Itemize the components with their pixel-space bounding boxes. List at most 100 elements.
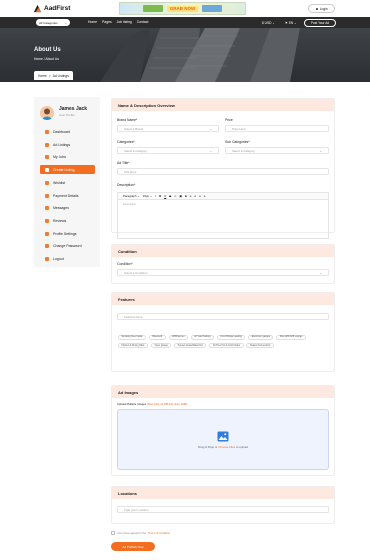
nav-link-contact[interactable]: Contact [137,20,149,24]
image-dropzone[interactable]: Drag & Drop or Choose Files to upload [117,409,329,470]
sidebar-item-label: Dashboard [53,129,71,134]
terms-link[interactable]: Terms & Condition [148,532,170,535]
publish-button[interactable]: Ad Publish Now [111,542,155,551]
feature-chip[interactable]: Sunset Views/Waterfront [174,343,207,348]
message-icon [45,205,49,210]
breadcrumb-home[interactable]: Home [34,57,43,61]
list-icon[interactable]: ≡ [199,194,201,198]
description-editor[interactable]: Description [117,199,329,239]
sidebar-item-label: Payment Details [53,193,79,198]
price-input[interactable]: Price Here [225,125,329,132]
drop-suffix: to upload [236,444,248,449]
tab-home[interactable]: Home [38,74,47,78]
feature-chip[interactable]: Front Bridge Loading [216,334,246,340]
description-label: Description* [117,183,136,187]
location-placeholder: Type your Location [124,507,149,512]
feature-chip[interactable]: Heated Connectivity [246,343,274,348]
feature-chip[interactable]: All Year Parking [190,334,214,340]
sidebar-item-profile-settings[interactable]: Profile Settings [40,229,95,238]
category-select[interactable]: All Categories ⌄ [36,19,70,26]
features-input[interactable]: Features Here [117,313,329,320]
logout-icon [45,256,49,261]
category-select-value: Select a Category [124,148,147,153]
brand-logo[interactable]: AadFirst [33,4,70,13]
numbered-list-icon[interactable]: ≡ [204,194,206,198]
choose-files-link[interactable]: Choose Files [218,445,235,449]
chevron-down-icon: ⌄ [294,20,297,25]
briefcase-icon [45,154,49,159]
nav-link-pages[interactable]: Pages [102,20,112,24]
banner-graphic [202,5,223,12]
align-center-icon[interactable]: ≡ [194,194,196,198]
paragraph-select[interactable]: Paragraph ⌄ [123,194,140,198]
font-size-select[interactable]: 16px ⌄ [143,194,153,198]
location-input[interactable]: Type your Location [117,506,329,513]
category-select[interactable]: Select a Category ⌄ [117,147,219,154]
upload-label: Upload Multiple Images (Max Size 10 MB F… [117,402,187,406]
bold-icon[interactable]: B [159,194,161,198]
color-icon[interactable]: ■ [185,194,187,198]
condition-select[interactable]: Select a Condition ⌄ [117,269,329,276]
sidebar-item-wishlist[interactable]: Wishlist [40,178,95,187]
subcategory-select-value: Select a Category [232,148,255,153]
sidebar-item-label: Messages [53,205,69,210]
flag-icon: ⚑ [285,20,288,25]
feature-chip[interactable]: Kitchen & Dining Table [118,343,149,348]
feature-chip[interactable]: Open garage [150,343,172,348]
subcategory-label: Sub Categories* [225,140,250,144]
currency-select[interactable]: $ USD ⌄ [262,21,275,25]
nav-link-home[interactable]: Home [88,20,97,24]
feature-chip[interactable]: Wifi/Internet [168,334,188,340]
login-button[interactable]: ☻ Login [308,4,335,13]
sidebar-item-logout[interactable]: Logout [40,254,95,263]
subcategory-select[interactable]: Select a Category ⌄ [225,147,329,154]
logo-icon [33,4,42,13]
underline-icon[interactable]: U [164,194,166,198]
breadcrumb-current: About Us [45,57,59,61]
promo-banner[interactable]: GRAB NOW [119,2,246,15]
italic-icon[interactable]: I [155,194,156,198]
section-title: Locations [112,487,334,499]
sidebar-item-my-jobs[interactable]: My Jobs [40,152,95,161]
feature-chip[interactable]: Smoking Free Inside [118,334,147,340]
chevron-down-icon: ⌄ [319,148,322,153]
heart-icon [45,180,49,185]
terms-text: Yes I have agreed to the [117,531,147,535]
avatar-icon [41,108,53,120]
sidebar-item-payment-details[interactable]: Payment Details [40,191,95,200]
sidebar-item-label: Reviews [53,218,67,223]
image-icon[interactable]: ▣ [179,194,182,198]
category-label: Categories* [117,140,135,144]
feature-chip[interactable]: All Time Hot & Cold Chairs [209,343,244,348]
align-left-icon[interactable]: ≡ [190,194,192,198]
sidebar-item-messages[interactable]: Messages [40,203,95,212]
price-label: Price [225,118,233,122]
sidebar-item-reviews[interactable]: Reviews [40,216,95,225]
nav-link-job-listing[interactable]: Job listing [117,20,132,24]
language-select[interactable]: ⚑ EN ⌄ [285,21,297,25]
terms-checkbox[interactable] [111,531,115,535]
avatar [40,106,54,120]
tab-separator: > [48,73,51,78]
gear-icon [45,231,49,236]
feature-chips: Smoking Free Inside Bluetooth Wifi/Inter… [118,334,330,351]
ad-title-input[interactable]: Title Here [117,168,329,175]
sidebar-item-label: Change Password [53,243,82,248]
sidebar-item-change-password[interactable]: Change Password [40,241,95,250]
tab-ad-listings[interactable]: Ad Listings [53,74,69,78]
post-ad-button[interactable]: Post Your Ad [304,18,336,27]
sidebar-item-label: Ad Listings [53,142,71,147]
sidebar-item-dashboard[interactable]: Dashboard [40,127,95,136]
feature-chip[interactable]: Bluetooth [148,334,166,340]
condition-label: Condition* [117,262,133,266]
link-icon[interactable]: ∞ [174,194,176,198]
features-placeholder: Features Here [124,314,143,319]
sidebar-item-ad-listings[interactable]: Ad Listings [40,140,95,149]
language-value: EN [288,20,294,25]
brand-select[interactable]: Select a Brand ⌄ [117,125,219,132]
star-icon [45,218,49,223]
feature-chip[interactable]: Pets With Wifi Lounge [276,334,306,340]
strikethrough-icon[interactable]: S [169,194,171,198]
feature-chip[interactable]: Electronic gauges [248,334,274,340]
sidebar-item-create-listing[interactable]: Create Listing [40,165,95,174]
